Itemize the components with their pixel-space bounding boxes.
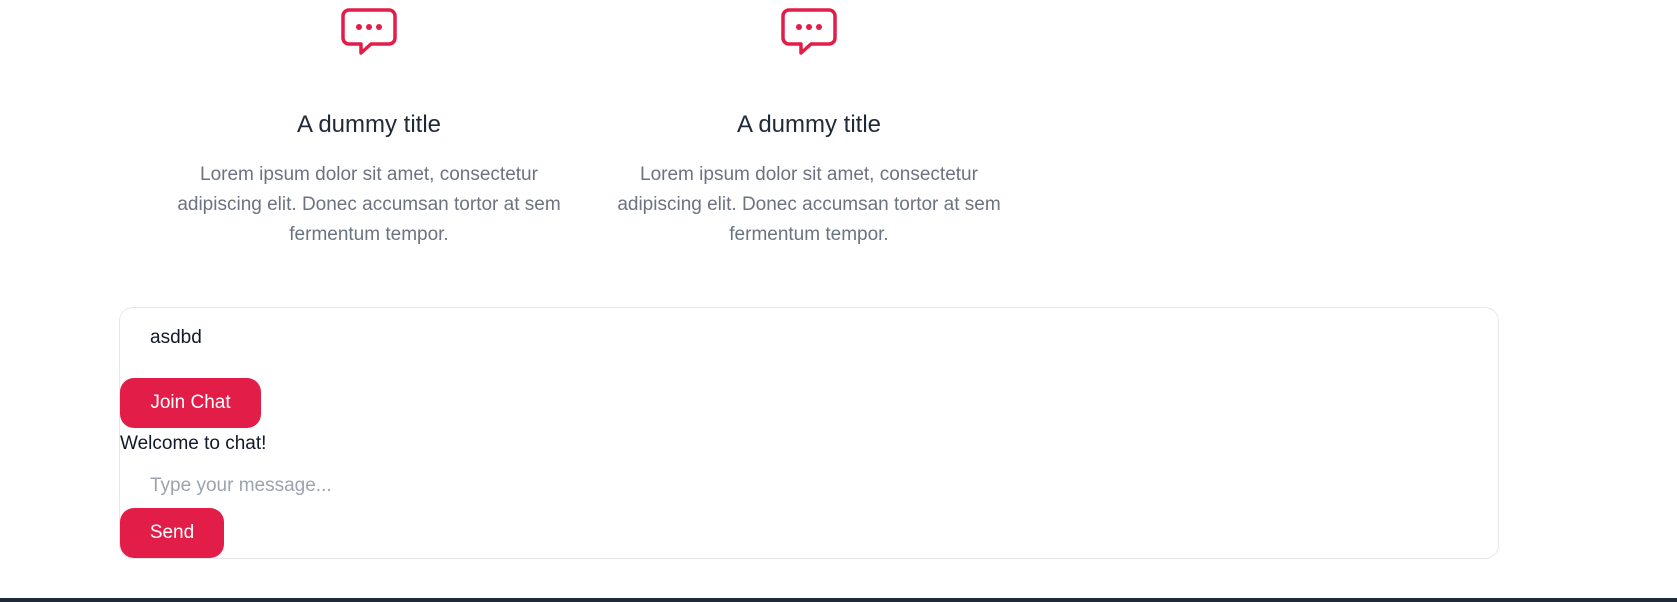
feature-description: Lorem ipsum dolor sit amet, consectetur …: [617, 164, 1001, 245]
feature-title: A dummy title: [736, 111, 882, 138]
send-button[interactable]: Send: [120, 508, 224, 558]
chat-bubble-dots-icon: [341, 8, 397, 55]
page: A dummy title Lorem ipsum dolor sit amet…: [0, 0, 1677, 602]
chat-bubble-dots-icon: [781, 8, 837, 55]
feature-description: Lorem ipsum dolor sit amet, consectetur …: [177, 164, 561, 245]
username-input[interactable]: [120, 318, 820, 358]
join-chat-button[interactable]: Join Chat: [120, 378, 261, 428]
footer-bar: [0, 598, 1677, 602]
message-input[interactable]: [120, 466, 820, 506]
feature-card: A dummy title Lorem ipsum dolor sit amet…: [149, 0, 589, 250]
chat-panel: Join Chat Welcome to chat! Send: [119, 307, 1499, 559]
feature-title: A dummy title: [296, 111, 442, 138]
feature-card: A dummy title Lorem ipsum dolor sit amet…: [589, 0, 1029, 250]
welcome-message: Welcome to chat!: [120, 433, 267, 454]
